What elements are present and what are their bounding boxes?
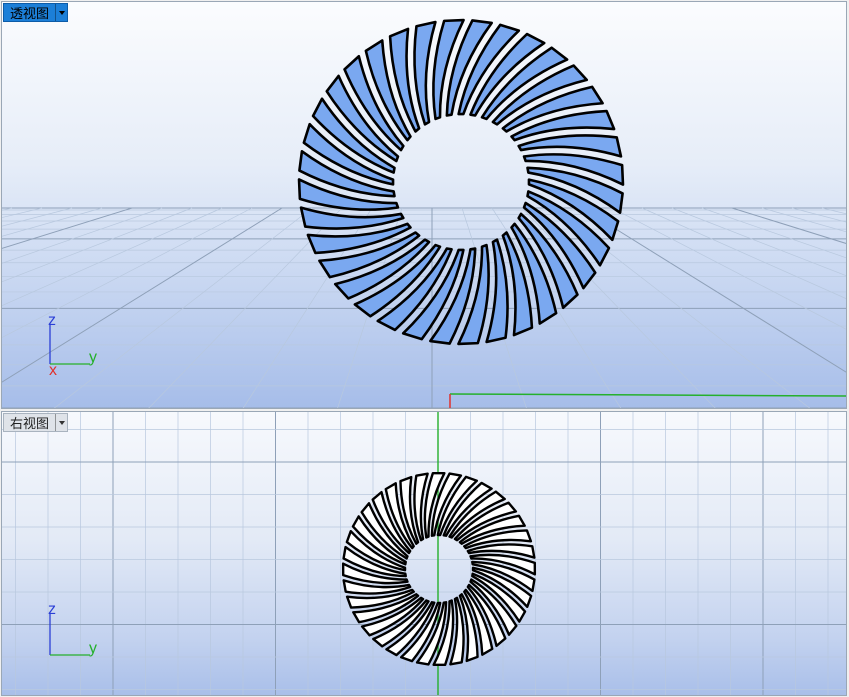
fin-blade	[485, 238, 509, 344]
axis-label-z: z	[48, 601, 56, 618]
axis-label-z: z	[48, 312, 56, 329]
world-axis-y	[449, 393, 846, 397]
axis-label-y: y	[89, 349, 97, 366]
axis-label-x: x	[49, 362, 57, 379]
axis-label-y: y	[89, 640, 97, 657]
viewport-tab-label: 右视图	[10, 416, 50, 431]
right-scene[interactable]	[2, 412, 847, 696]
fin-ring-model[interactable]	[297, 18, 625, 346]
perspective-scene[interactable]	[2, 2, 847, 409]
viewport-menu-arrow-icon[interactable]	[55, 4, 67, 21]
viewport-tab-perspective[interactable]: 透视图	[3, 3, 69, 22]
viewport-tab-label: 透视图	[10, 6, 50, 21]
right-viewport[interactable]: 右视图 z y	[1, 411, 847, 696]
viewport-tab-right[interactable]: 右视图	[3, 413, 69, 432]
fin-blade	[517, 134, 623, 158]
fin-ring-model[interactable]	[341, 471, 537, 667]
viewport-menu-arrow-icon[interactable]	[55, 414, 67, 431]
perspective-viewport[interactable]: 透视图 z y x	[1, 1, 847, 409]
fin-blade	[413, 20, 437, 126]
fin-blade	[299, 206, 405, 230]
